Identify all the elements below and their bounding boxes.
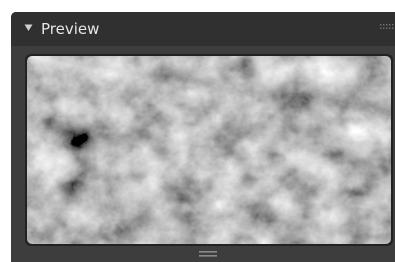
- triangle-down-icon[interactable]: [24, 23, 33, 32]
- preview-panel: Preview: [11, 12, 395, 262]
- cloud-noise-image: [27, 56, 391, 244]
- panel-header[interactable]: Preview: [11, 12, 395, 46]
- panel-title: Preview: [41, 20, 100, 38]
- resize-handle-icon[interactable]: [199, 250, 217, 258]
- drag-grip-icon[interactable]: [380, 24, 394, 30]
- texture-preview: [25, 54, 393, 246]
